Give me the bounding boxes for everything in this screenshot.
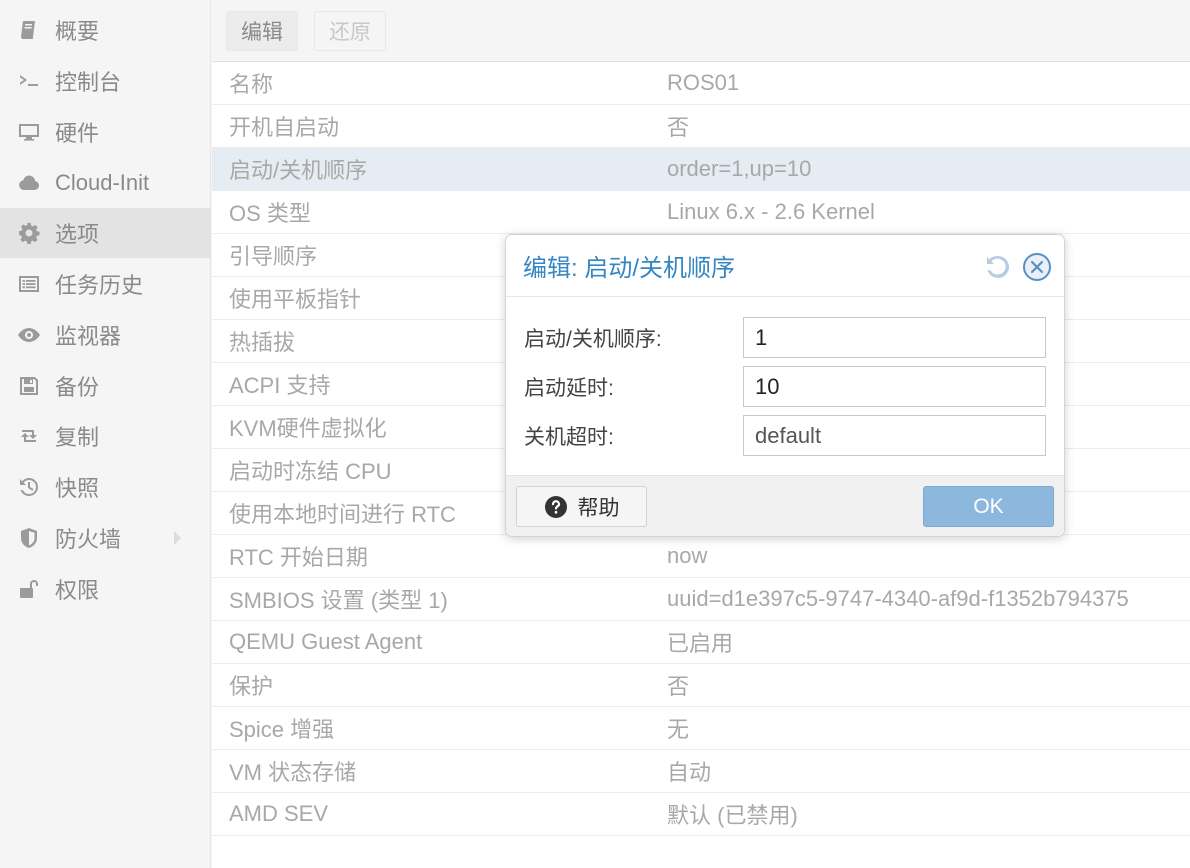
options-row[interactable]: 开机自启动 否 <box>212 105 1190 148</box>
sidebar-item-console[interactable]: 控制台 <box>0 56 211 106</box>
form-row: 启动/关机顺序: <box>506 313 1064 362</box>
options-row[interactable]: RTC 开始日期 now <box>212 535 1190 578</box>
sidebar-item-label: 概要 <box>55 19 100 44</box>
dialog-body: 启动/关机顺序: 启动延时: 关机超时: <box>506 297 1064 460</box>
terminal-icon <box>16 68 42 94</box>
dialog-title: 编辑: 启动/关机顺序 <box>523 255 736 282</box>
option-value: 否 <box>667 674 690 699</box>
sidebar-item-replication[interactable]: 复制 <box>0 411 211 461</box>
option-value: ROS01 <box>667 70 740 95</box>
form-row: 启动延时: <box>506 362 1064 411</box>
sidebar-item-hardware[interactable]: 硬件 <box>0 107 211 157</box>
option-key: 开机自启动 <box>229 115 340 140</box>
sidebar-item-label: 任务历史 <box>55 273 144 298</box>
revert-button[interactable]: 还原 <box>314 10 386 51</box>
option-key: AMD SEV <box>229 801 329 826</box>
sidebar-item-label: 选项 <box>55 222 100 247</box>
cloud-icon <box>16 170 42 196</box>
toolbar: 编辑 还原 <box>212 0 1190 62</box>
option-key: 保护 <box>229 674 274 699</box>
gear-icon <box>16 220 42 246</box>
startup-delay-label: 启动延时: <box>524 376 614 400</box>
option-value: 默认 (已禁用) <box>667 803 798 828</box>
option-key: Spice 增强 <box>229 717 335 742</box>
dialog-header: 编辑: 启动/关机顺序 <box>506 235 1064 297</box>
edit-startup-order-dialog: 编辑: 启动/关机顺序 启动/关机顺序: 启动延时: 关机超时: <box>505 234 1065 537</box>
options-row[interactable]: 名称 ROS01 <box>212 62 1190 105</box>
option-key: 名称 <box>229 72 274 97</box>
option-value: order=1,up=10 <box>667 156 812 181</box>
startup-order-input[interactable] <box>743 317 1046 358</box>
shutdown-timeout-label: 关机超时: <box>524 425 614 449</box>
sidebar-item-label: 监视器 <box>55 324 122 349</box>
sidebar-item-options[interactable]: 选项 <box>0 208 211 258</box>
sidebar: 概要 控制台 硬件 Cloud-Init 选项 任务历史 监视器 备份 复制 快… <box>0 0 211 868</box>
sidebar-item-firewall[interactable]: 防火墙 <box>0 513 211 563</box>
ok-button[interactable]: OK <box>923 486 1054 527</box>
sidebar-item-label: 硬件 <box>55 121 100 146</box>
option-key: SMBIOS 设置 (类型 1) <box>229 588 448 613</box>
startup-delay-input[interactable] <box>743 366 1046 407</box>
floppy-icon <box>16 373 42 399</box>
option-key: QEMU Guest Agent <box>229 629 423 654</box>
option-value: 无 <box>667 717 690 742</box>
sidebar-item-snapshots[interactable]: 快照 <box>0 462 211 512</box>
option-key: RTC 开始日期 <box>229 545 368 570</box>
sidebar-item-label: 权限 <box>55 578 100 603</box>
question-circle-icon <box>544 495 567 518</box>
option-value: 否 <box>667 115 690 140</box>
sidebar-item-task-history[interactable]: 任务历史 <box>0 259 211 309</box>
reset-icon[interactable] <box>983 252 1013 282</box>
history-icon <box>16 474 42 500</box>
option-key: 启动/关机顺序 <box>229 158 368 183</box>
unlock-icon <box>16 576 42 602</box>
options-row[interactable]: SMBIOS 设置 (类型 1) uuid=d1e397c5-9747-4340-… <box>212 578 1190 621</box>
monitor-icon <box>16 119 42 145</box>
sidebar-item-label: 控制台 <box>55 70 122 95</box>
option-value: 已启用 <box>667 631 734 656</box>
app-window: 概要 控制台 硬件 Cloud-Init 选项 任务历史 监视器 备份 复制 快… <box>0 0 1190 868</box>
eye-icon <box>16 322 42 348</box>
shutdown-timeout-input[interactable] <box>743 415 1046 456</box>
options-row[interactable]: QEMU Guest Agent 已启用 <box>212 621 1190 664</box>
sidebar-item-summary[interactable]: 概要 <box>0 5 211 55</box>
help-button-label: 帮助 <box>577 496 620 520</box>
option-value: 自动 <box>667 760 712 785</box>
help-button[interactable]: 帮助 <box>516 486 647 527</box>
retweet-icon <box>16 423 42 449</box>
list-icon <box>16 271 42 297</box>
sidebar-item-label: 备份 <box>55 375 100 400</box>
sidebar-item-label: 防火墙 <box>55 527 122 552</box>
form-row: 关机超时: <box>506 411 1064 460</box>
option-value: uuid=d1e397c5-9747-4340-af9d-f1352b79437… <box>667 586 1129 611</box>
sidebar-item-label: Cloud-Init <box>55 170 150 195</box>
expand-arrow-icon[interactable] <box>174 531 181 545</box>
sidebar-item-backup[interactable]: 备份 <box>0 361 211 411</box>
dialog-footer: 帮助 OK <box>506 475 1064 536</box>
option-value: now <box>667 543 708 568</box>
close-icon[interactable] <box>1022 252 1052 282</box>
book-icon <box>16 17 42 43</box>
options-row[interactable]: OS 类型 Linux 6.x - 2.6 Kernel <box>212 191 1190 234</box>
options-row[interactable]: AMD SEV 默认 (已禁用) <box>212 793 1190 836</box>
option-key: OS 类型 <box>229 201 311 226</box>
startup-order-label: 启动/关机顺序: <box>524 327 662 351</box>
sidebar-item-label: 复制 <box>55 425 100 450</box>
edit-button[interactable]: 编辑 <box>226 10 298 51</box>
options-row-selected[interactable]: 启动/关机顺序 order=1,up=10 <box>212 148 1190 191</box>
sidebar-item-cloud-init[interactable]: Cloud-Init <box>0 158 211 208</box>
options-row[interactable]: Spice 增强 无 <box>212 707 1190 750</box>
sidebar-item-monitor[interactable]: 监视器 <box>0 310 211 360</box>
sidebar-item-label: 快照 <box>55 476 100 501</box>
options-row[interactable]: 保护 否 <box>212 664 1190 707</box>
shield-icon <box>16 525 42 551</box>
option-value: Linux 6.x - 2.6 Kernel <box>667 199 875 224</box>
options-row[interactable]: VM 状态存储 自动 <box>212 750 1190 793</box>
option-key: VM 状态存储 <box>229 760 357 785</box>
sidebar-item-permissions[interactable]: 权限 <box>0 564 211 614</box>
